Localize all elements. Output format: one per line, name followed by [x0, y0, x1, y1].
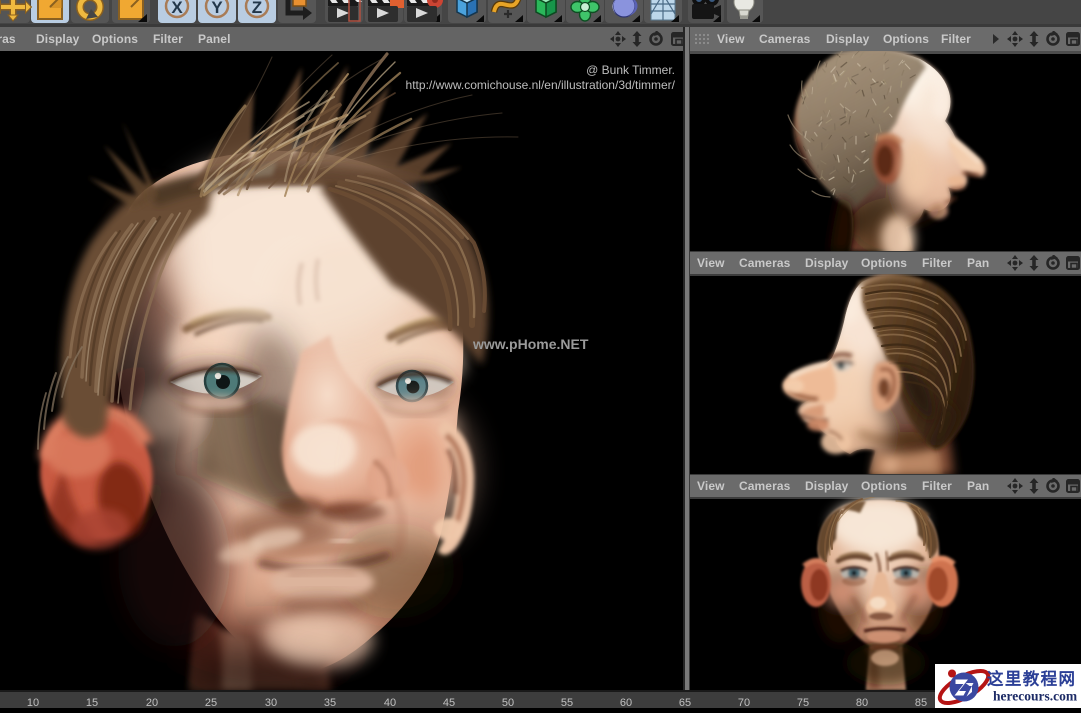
- svg-text:这里教程网: 这里教程网: [987, 669, 1075, 689]
- svg-text:Y: Y: [211, 0, 223, 17]
- svg-text:Z: Z: [252, 0, 262, 17]
- svg-text:X: X: [171, 0, 183, 17]
- svg-text:herecours.com: herecours.com: [993, 689, 1078, 704]
